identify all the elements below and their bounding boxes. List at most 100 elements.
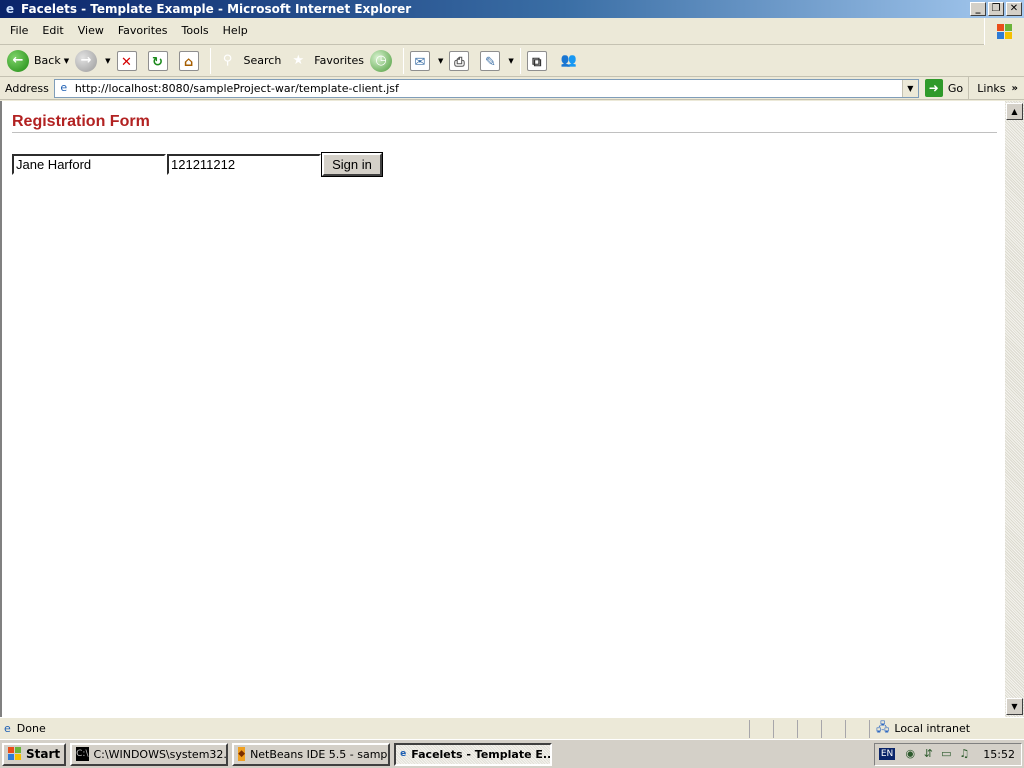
mail-icon: ✉ — [410, 50, 430, 71]
vertical-scrollbar[interactable]: ▲ ▼ — [1005, 101, 1024, 717]
favorites-label: Favorites — [314, 54, 364, 67]
system-tray: EN ◉ ⇵ ▭ ♫ 15:52 — [873, 742, 1022, 766]
taskbar-item-cmd[interactable]: C:\ C:\WINDOWS\system32... — [70, 742, 229, 766]
edit-button[interactable]: ✎ ▼ — [477, 47, 516, 75]
address-url[interactable]: http://localhost:8080/sampleProject-war/… — [75, 82, 902, 95]
menu-help[interactable]: Help — [216, 21, 255, 41]
start-button[interactable]: Start — [2, 742, 67, 766]
address-dropdown-icon[interactable]: ▼ — [901, 79, 918, 97]
edit-dropdown-icon[interactable]: ▼ — [508, 57, 513, 65]
menu-view[interactable]: View — [71, 21, 111, 41]
home-button[interactable]: ⌂ — [176, 47, 207, 75]
tray-audio-icon[interactable]: ♫ — [957, 747, 971, 761]
sign-in-button[interactable]: Sign in — [321, 152, 383, 177]
favorites-button[interactable]: ★ Favorites — [284, 47, 367, 75]
windows-flag-icon — [8, 747, 22, 761]
messenger-icon: 👥 — [560, 52, 577, 68]
mail-dropdown-icon[interactable]: ▼ — [438, 57, 443, 65]
status-bar: e Done 🖧 Local intranet — [0, 717, 1024, 739]
windows-flag-icon — [997, 24, 1013, 40]
scroll-down-icon[interactable]: ▼ — [1006, 698, 1023, 715]
taskbar-item-netbeans[interactable]: ◆ NetBeans IDE 5.5 - samp... — [232, 742, 391, 766]
close-button[interactable]: ✕ — [1006, 2, 1022, 16]
research-button[interactable]: ⧉ — [524, 47, 555, 75]
go-label: Go — [947, 81, 964, 95]
forward-arrow-icon: → — [75, 49, 98, 72]
taskbar-item-label: NetBeans IDE 5.5 - samp... — [250, 747, 391, 761]
toolbar-separator — [519, 47, 521, 74]
back-arrow-icon: ← — [7, 49, 29, 72]
go-button[interactable]: ➜ Go — [924, 79, 964, 97]
menu-file[interactable]: File — [3, 21, 35, 41]
status-cell — [846, 719, 870, 738]
menu-bar: File Edit View Favorites Tools Help — [0, 18, 1024, 45]
menu-favorites[interactable]: Favorites — [111, 21, 175, 41]
status-main: e Done — [0, 719, 750, 738]
messenger-button[interactable]: 👥 — [555, 47, 588, 75]
mail-button[interactable]: ✉ ▼ — [407, 47, 446, 75]
page-content: Registration Form Jane Harford 121211212… — [0, 101, 1005, 717]
start-label: Start — [26, 747, 61, 761]
language-indicator[interactable]: EN — [878, 748, 896, 760]
security-zone[interactable]: 🖧 Local intranet — [870, 718, 970, 739]
name-input[interactable]: Jane Harford — [12, 154, 166, 175]
menu-edit[interactable]: Edit — [35, 21, 70, 41]
stop-icon: ✕ — [116, 50, 137, 71]
minimize-button[interactable]: _ — [970, 2, 986, 16]
taskbar-item-ie[interactable]: e Facelets - Template E... — [394, 742, 553, 766]
intranet-icon: 🖧 — [876, 720, 890, 734]
restore-button[interactable]: ❐ — [988, 2, 1004, 16]
ie-icon: e — [400, 749, 407, 759]
tray-shield-icon[interactable]: ◉ — [903, 747, 917, 761]
links-bar[interactable]: Links » — [968, 77, 1024, 100]
print-button[interactable]: ⎙ — [446, 47, 477, 75]
refresh-icon: ↻ — [147, 50, 168, 71]
taskbar: Start C:\ C:\WINDOWS\system32... ◆ NetBe… — [0, 739, 1024, 768]
research-icon: ⧉ — [526, 50, 547, 71]
cmd-icon: C:\ — [76, 747, 89, 761]
back-label: Back — [34, 54, 61, 67]
search-button[interactable]: ⚲ Search — [214, 47, 285, 75]
netbeans-icon: ◆ — [238, 747, 246, 761]
forward-button[interactable]: → ▼ — [72, 47, 113, 75]
ie-icon: e — [5, 2, 15, 16]
window-titlebar[interactable]: e Facelets - Template Example - Microsof… — [0, 0, 1024, 18]
address-input[interactable]: e http://localhost:8080/sampleProject-wa… — [53, 78, 919, 98]
home-icon: ⌂ — [178, 50, 199, 71]
tray-network-icon[interactable]: ⇵ — [921, 747, 935, 761]
password-input[interactable]: 121211212 — [167, 154, 321, 175]
window-controls: _ ❐ ✕ — [970, 2, 1022, 16]
tray-monitor-icon[interactable]: ▭ — [939, 747, 953, 761]
status-text: Done — [16, 722, 46, 735]
printer-icon: ⎙ — [449, 50, 470, 71]
scroll-up-icon[interactable]: ▲ — [1006, 103, 1023, 120]
status-cell — [774, 719, 798, 738]
forward-dropdown-icon[interactable]: ▼ — [105, 57, 110, 65]
links-label: Links — [977, 82, 1006, 95]
title-divider — [12, 132, 997, 133]
status-cell — [822, 719, 846, 738]
taskbar-item-label: Facelets - Template E... — [411, 747, 553, 761]
address-bar: Address e http://localhost:8080/samplePr… — [0, 77, 1024, 100]
address-label: Address — [5, 81, 49, 95]
chevron-right-icon[interactable]: » — [1012, 83, 1018, 94]
menu-tools[interactable]: Tools — [175, 21, 216, 41]
edit-page-icon: ✎ — [480, 50, 501, 71]
back-dropdown-icon[interactable]: ▼ — [64, 57, 69, 65]
favorites-star-icon: ★ — [292, 52, 305, 68]
taskbar-item-label: C:\WINDOWS\system32... — [93, 747, 229, 761]
page-title: Registration Form — [12, 113, 150, 130]
go-arrow-icon: ➜ — [924, 79, 943, 97]
refresh-button[interactable]: ↻ — [145, 47, 176, 75]
history-button[interactable]: ◷ — [367, 47, 400, 75]
status-cell — [750, 719, 774, 738]
page-icon: e — [60, 81, 68, 94]
window-title: Facelets - Template Example - Microsoft … — [21, 2, 412, 16]
stop-button[interactable]: ✕ — [114, 47, 145, 75]
toolbar-separator — [403, 47, 404, 74]
back-button[interactable]: ← Back ▼ — [4, 47, 72, 75]
standard-toolbar: ← Back ▼ → ▼ ✕ ↻ ⌂ ⚲ Search ★ Favorites … — [0, 45, 1024, 77]
history-icon: ◷ — [370, 49, 392, 72]
search-icon: ⚲ — [222, 52, 233, 68]
status-page-icon: e — [4, 722, 11, 735]
